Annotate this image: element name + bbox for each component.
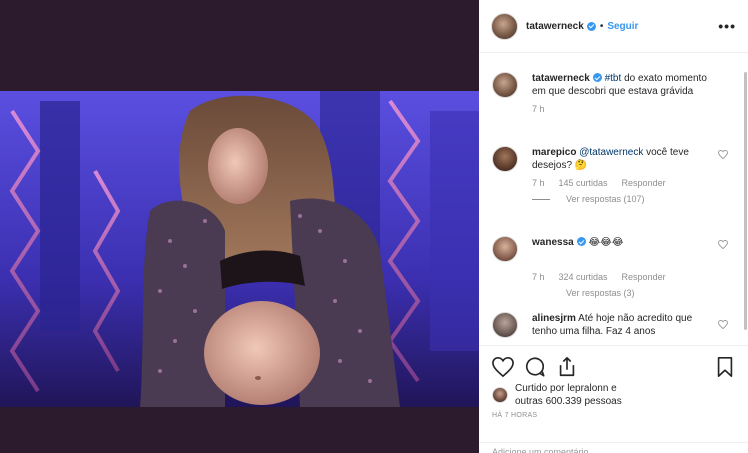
view-replies-label: Ver respostas (3) <box>566 288 635 298</box>
comment-item: marepico @tatawerneck você teve desejos?… <box>492 146 732 204</box>
comment-item: wanessa 😂😂😂 7 h 324 curtidas Responder V… <box>492 236 732 298</box>
caption-meta: 7 h <box>532 104 732 114</box>
like-heart-icon[interactable] <box>492 356 514 378</box>
like-comment-heart-icon[interactable] <box>718 240 728 249</box>
comment-username[interactable]: marepico <box>532 147 576 158</box>
comment-body: alinesjrm Até hoje não acredito que tenh… <box>532 312 712 338</box>
liked-by-line1: Curtido por lepralonn e <box>515 383 617 394</box>
separator-dot: • <box>599 20 604 32</box>
add-comment-input[interactable]: Adicione um comentário... <box>479 442 748 453</box>
comment-likes[interactable]: 324 curtidas <box>559 272 608 282</box>
verified-badge-icon <box>592 73 602 82</box>
commenter-avatar[interactable] <box>492 146 518 172</box>
caption-username[interactable]: tatawerneck <box>532 73 590 84</box>
caption-hashtag[interactable]: #tbt <box>605 73 622 84</box>
comment-meta: 7 h 145 curtidas Responder <box>532 178 732 188</box>
author-username[interactable]: tatawerneck <box>526 21 584 32</box>
follow-button[interactable]: Seguir <box>607 21 638 32</box>
comment-username[interactable]: alinesjrm <box>532 313 576 324</box>
post-header: tatawerneck • Seguir ••• <box>479 0 748 53</box>
liked-by-line2: outras 600.339 pessoas <box>515 396 622 407</box>
liker-avatar[interactable] <box>492 387 508 403</box>
caption: tatawerneck #tbt do exato momento em que… <box>492 72 732 114</box>
caption-body: tatawerneck #tbt do exato momento em que… <box>532 72 712 98</box>
commenter-avatar[interactable] <box>492 236 518 262</box>
caption-time: 7 h <box>532 104 545 114</box>
author-avatar[interactable] <box>491 12 518 40</box>
comment-meta: 7 h 324 curtidas Responder <box>532 272 732 282</box>
post-sidebar: tatawerneck • Seguir ••• tatawerneck #tb… <box>479 0 748 453</box>
action-bar <box>479 346 748 378</box>
comment-mention[interactable]: @tatawerneck <box>579 147 643 158</box>
commenter-avatar[interactable] <box>492 312 518 338</box>
more-options-icon[interactable]: ••• <box>718 18 736 34</box>
like-comment-heart-icon[interactable] <box>718 320 728 329</box>
comments-scrollbar[interactable] <box>744 72 747 330</box>
caption-author-avatar[interactable] <box>492 72 518 98</box>
replies-line <box>532 198 550 200</box>
comment-likes[interactable]: 145 curtidas <box>559 178 608 188</box>
comments-list[interactable]: tatawerneck #tbt do exato momento em que… <box>479 54 748 345</box>
reply-button[interactable]: Responder <box>622 272 666 282</box>
verified-badge-icon <box>576 237 586 246</box>
comment-time: 7 h <box>532 272 545 282</box>
like-comment-heart-icon[interactable] <box>718 150 728 159</box>
comment-time: 7 h <box>532 178 545 188</box>
comment-item: alinesjrm Até hoje não acredito que tenh… <box>492 312 732 338</box>
reply-button[interactable]: Responder <box>622 178 666 188</box>
replies-line <box>532 293 550 294</box>
post-photo <box>0 91 479 407</box>
post-timestamp[interactable]: HÁ 7 HORAS <box>479 408 748 423</box>
view-replies-button[interactable]: Ver respostas (107) <box>532 194 732 204</box>
liked-by: Curtido por lepralonn e outras 600.339 p… <box>479 378 748 408</box>
comment-username[interactable]: wanessa <box>532 237 574 248</box>
liked-by-text[interactable]: Curtido por lepralonn e outras 600.339 p… <box>515 382 622 408</box>
share-icon[interactable] <box>556 356 578 378</box>
comment-body: marepico @tatawerneck você teve desejos?… <box>532 146 712 172</box>
view-replies-button[interactable]: Ver respostas (3) <box>532 288 732 298</box>
comment-text: 😂😂😂 <box>588 237 624 248</box>
verified-badge-icon <box>586 21 596 31</box>
comment-body: wanessa 😂😂😂 <box>532 236 712 262</box>
post-actions: Curtido por lepralonn e outras 600.339 p… <box>479 345 748 453</box>
comment-bubble-icon[interactable] <box>524 356 546 378</box>
view-replies-label: Ver respostas (107) <box>566 194 645 204</box>
save-bookmark-icon[interactable] <box>714 356 736 378</box>
